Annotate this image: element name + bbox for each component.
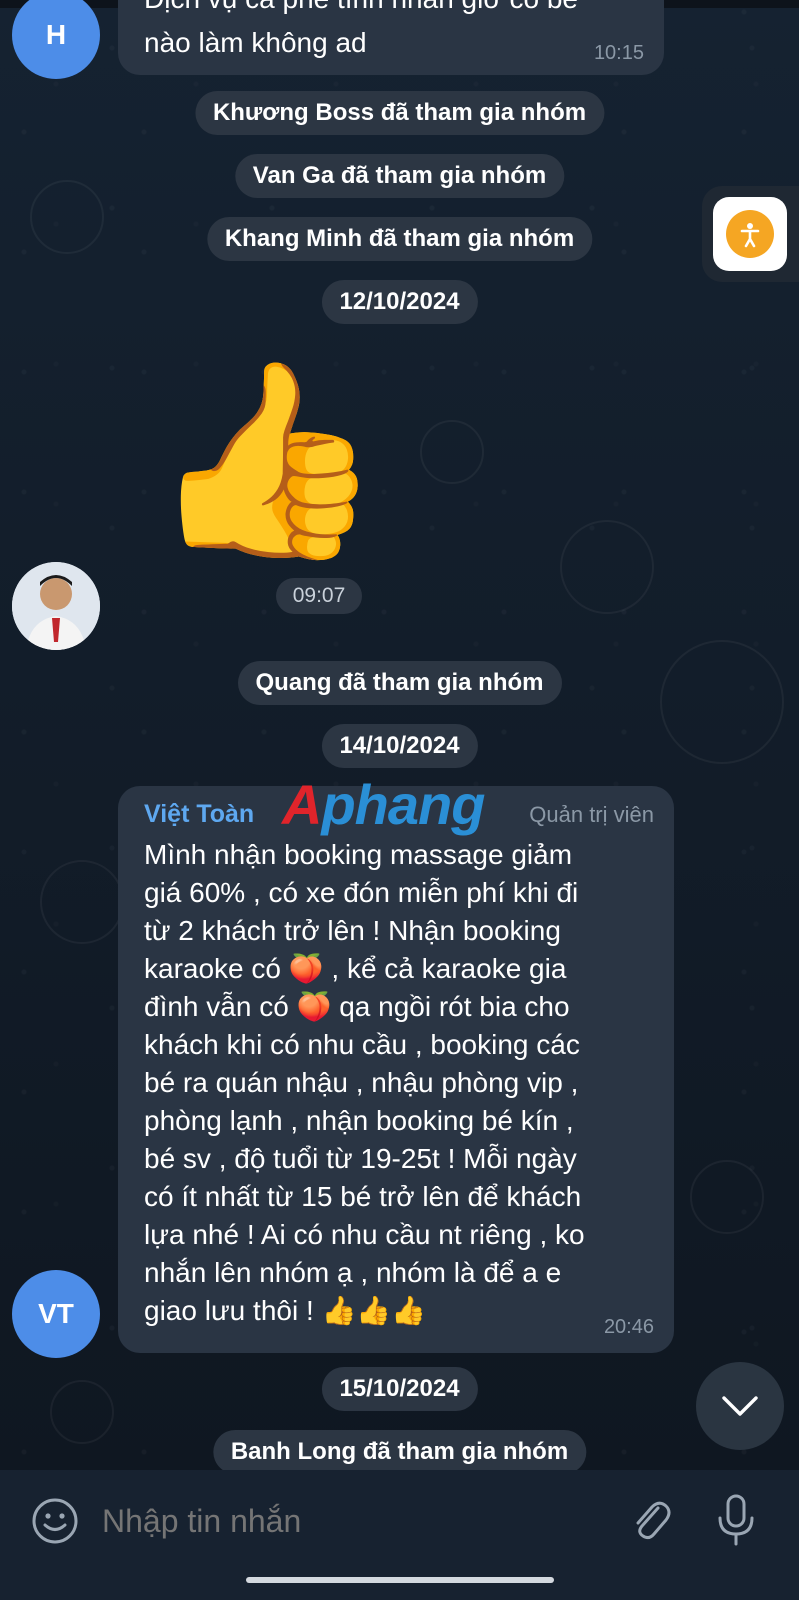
system-join-message: Banh Long đã tham gia nhóm xyxy=(212,1430,587,1474)
system-join-message: Khương Boss đã tham gia nhóm xyxy=(194,91,605,135)
message-line: giao lưu thôi ! 👍👍👍 xyxy=(144,1295,427,1326)
message-bubble[interactable]: Việt Toàn Quản trị viên Mình nhận bookin… xyxy=(118,786,674,1353)
message-input[interactable] xyxy=(100,1490,594,1552)
sender-name[interactable]: Việt Toàn xyxy=(144,800,254,829)
message-body: Mình nhận booking massage giảm giá 60% , … xyxy=(144,836,585,1330)
message-bubble[interactable]: Dịch vụ cà phê tình nhân giờ có bé nào l… xyxy=(118,0,664,75)
date-separator: 14/10/2024 xyxy=(321,724,478,768)
background-doodle xyxy=(30,180,104,254)
message-text-cut: Dịch vụ cà phê tình nhân giờ có bé xyxy=(144,0,644,18)
background-doodle xyxy=(420,420,484,484)
home-indicator xyxy=(246,1577,554,1583)
avatar-initial: H xyxy=(45,19,67,50)
attach-icon[interactable] xyxy=(624,1494,676,1546)
system-join-message: Khang Minh đã tham gia nhóm xyxy=(206,217,593,261)
message-line: giá 60% , có xe đón miễn phí khi đi xyxy=(144,877,579,908)
message-line: phòng lạnh , nhận booking bé kín , xyxy=(144,1105,574,1136)
sticker-time: 09:07 xyxy=(276,578,362,614)
system-join-message: Quang đã tham gia nhóm xyxy=(237,661,562,705)
date-separator: 15/10/2024 xyxy=(321,1367,478,1411)
avatar-photo[interactable] xyxy=(12,562,100,650)
message-line: có ít nhất từ 15 bé trở lên để khách xyxy=(144,1181,582,1212)
admin-badge: Quản trị viên xyxy=(529,802,654,827)
message-line: lựa nhé ! Ai có nhu cầu nt riêng , ko xyxy=(144,1219,585,1250)
watermark-logo: Aphang xyxy=(282,773,485,836)
message-line: bé ra quán nhậu , nhậu phòng vip , xyxy=(144,1067,579,1098)
person-avatar-icon xyxy=(12,562,100,650)
message-line: Mình nhận booking massage giảm xyxy=(144,839,573,870)
background-doodle xyxy=(40,860,124,944)
background-doodle xyxy=(50,1380,114,1444)
scroll-to-bottom-button[interactable] xyxy=(696,1362,784,1450)
message-line: từ 2 khách trở lên ! Nhận booking xyxy=(144,915,561,946)
message-line: khách khi có nhu cầu , booking các xyxy=(144,1029,580,1060)
message-time: 10:15 xyxy=(593,42,644,64)
emoji-icon[interactable] xyxy=(30,1496,80,1546)
background-doodle xyxy=(690,1160,764,1234)
microphone-icon[interactable] xyxy=(714,1492,758,1548)
message-text: nào làm không ad xyxy=(144,27,367,58)
system-join-message: Van Ga đã tham gia nhóm xyxy=(234,154,565,198)
avatar-initial: VT xyxy=(38,1298,74,1329)
message-line: karaoke có 🍑 , kể cả karaoke gia xyxy=(144,953,567,984)
accessibility-icon xyxy=(726,210,774,258)
thumbs-up-sticker[interactable]: 👍 xyxy=(148,360,385,560)
accessibility-button[interactable] xyxy=(713,197,787,271)
message-time: 20:46 xyxy=(603,1316,654,1338)
chevron-down-icon xyxy=(722,1396,758,1416)
background-doodle xyxy=(660,640,784,764)
date-separator: 12/10/2024 xyxy=(321,280,478,324)
message-line: đình vẫn có 🍑 qa ngồi rót bia cho xyxy=(144,991,570,1022)
background-doodle xyxy=(560,520,654,614)
message-line: nhắn lên nhóm ạ , nhóm là để a e xyxy=(144,1257,562,1288)
message-line: bé sv , độ tuổi từ 19-25t ! Mỗi ngày xyxy=(144,1143,577,1174)
avatar-vt[interactable]: VT xyxy=(12,1270,100,1358)
